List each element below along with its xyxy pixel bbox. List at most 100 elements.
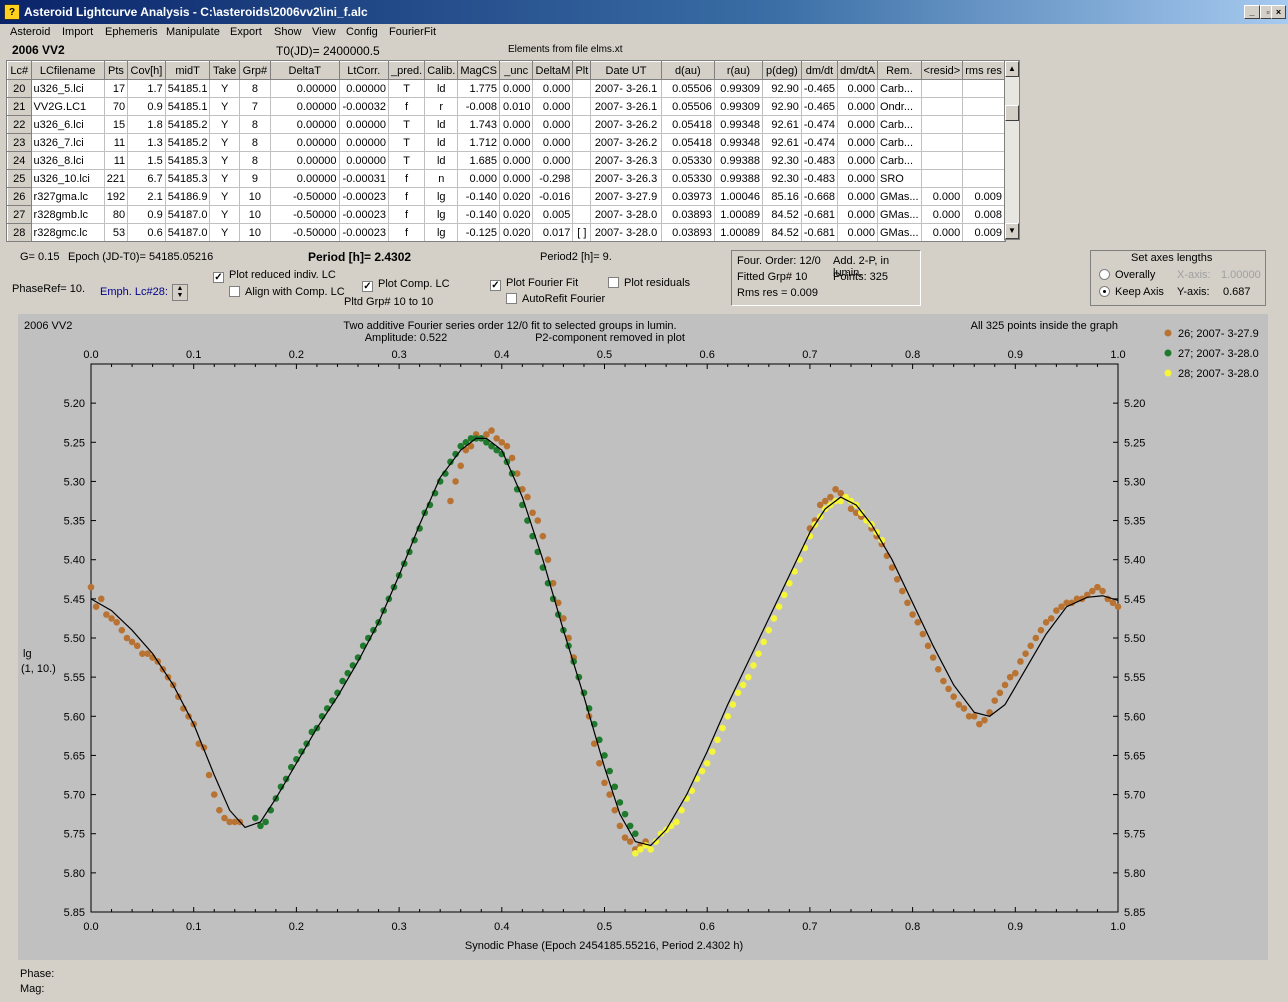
table-cell[interactable] (962, 169, 1005, 188)
column-header[interactable]: d(au) (660, 61, 715, 80)
row-header[interactable]: 24 (7, 151, 32, 170)
table-cell[interactable]: u326_6.lci (31, 115, 105, 134)
table-cell[interactable]: Y (209, 79, 240, 98)
table-cell[interactable]: T (388, 115, 426, 134)
table-cell[interactable]: 54186.9 (165, 187, 211, 206)
table-cell[interactable]: 1.3 (127, 133, 166, 152)
menu-asteroid[interactable]: Asteroid (10, 26, 50, 38)
table-cell[interactable]: 0.05506 (661, 79, 715, 98)
table-row[interactable]: 27 r328gmb.lc 80 0.9 54187.0 Y 10 -0.50000 -0.00… (7, 205, 1005, 224)
scroll-down-icon[interactable]: ▼ (1005, 223, 1019, 239)
column-header[interactable]: r(au) (713, 61, 764, 80)
column-header[interactable]: LtCorr. (338, 61, 389, 80)
table-cell[interactable]: -0.50000 (270, 223, 340, 241)
table-cell[interactable] (921, 79, 964, 98)
table-cell[interactable]: 8 (239, 115, 271, 134)
checkbox-checked-icon[interactable]: ✓ (490, 280, 501, 291)
table-cell[interactable]: -0.483 (801, 169, 839, 188)
table-cell[interactable]: 0.000 (837, 133, 878, 152)
row-header[interactable]: 25 (7, 169, 32, 188)
table-cell[interactable]: 0.99388 (714, 151, 764, 170)
table-cell[interactable]: 2007- 3-26.2 (590, 133, 662, 152)
table-cell[interactable]: 84.52 (762, 223, 802, 241)
table-cell[interactable]: 7 (239, 97, 271, 116)
table-cell[interactable]: -0.140 (457, 187, 500, 206)
table-cell[interactable] (572, 205, 592, 224)
table-cell[interactable]: 11 (104, 133, 129, 152)
checkbox-empty-icon[interactable] (608, 277, 619, 288)
table-cell[interactable]: 0.99388 (714, 169, 764, 188)
table-cell[interactable]: 10 (239, 187, 271, 206)
table-cell[interactable]: T (388, 79, 426, 98)
plot-residuals-checkbox[interactable]: Plot residuals (608, 277, 690, 289)
table-cell[interactable]: f (388, 169, 426, 188)
row-header[interactable]: 27 (7, 205, 32, 224)
table-cell[interactable]: 0.00000 (339, 79, 389, 98)
table-cell[interactable]: -0.008 (457, 97, 500, 116)
table-cell[interactable]: 0.05330 (661, 169, 715, 188)
menu-config[interactable]: Config (346, 26, 378, 38)
table-cell[interactable]: 54185.2 (165, 133, 211, 152)
menu-view[interactable]: View (312, 26, 336, 38)
table-cell[interactable]: -0.00023 (339, 205, 389, 224)
plot-fourier-checkbox[interactable]: ✓ Plot Fourier Fit (490, 277, 578, 291)
table-cell[interactable]: 0.009 (962, 187, 1005, 206)
table-cell[interactable]: 1.7 (127, 79, 166, 98)
column-header[interactable]: dm/dtA (837, 61, 878, 80)
table-cell[interactable]: 10 (239, 205, 271, 224)
column-header[interactable]: p(deg) (762, 61, 802, 80)
table-cell[interactable]: 0.000 (837, 79, 878, 98)
table-cell[interactable]: 92.61 (762, 133, 802, 152)
column-header[interactable]: Cov[h] (127, 61, 166, 80)
table-cell[interactable]: 1.8 (127, 115, 166, 134)
table-cell[interactable]: 0.99348 (714, 115, 764, 134)
table-cell[interactable]: -0.50000 (270, 187, 340, 206)
table-cell[interactable]: 1.00089 (714, 205, 764, 224)
table-cell[interactable]: 11 (104, 151, 129, 170)
table-row[interactable]: 20 u326_5.lci 17 1.7 54185.1 Y 8 0.00000 0.00000… (7, 79, 1005, 98)
column-header[interactable]: Pts (103, 61, 129, 80)
table-cell[interactable]: -0.681 (801, 223, 839, 241)
table-cell[interactable]: 1.775 (457, 79, 500, 98)
table-cell[interactable]: 0.000 (837, 223, 878, 241)
table-cell[interactable]: 0.000 (532, 79, 574, 98)
table-cell[interactable]: -0.298 (532, 169, 574, 188)
table-cell[interactable]: 54185.3 (165, 169, 211, 188)
table-cell[interactable]: -0.681 (801, 205, 839, 224)
table-cell[interactable]: 0.99309 (714, 97, 764, 116)
table-cell[interactable]: 0.000 (837, 169, 878, 188)
keep-axis-radio[interactable]: Keep Axis (1099, 286, 1164, 298)
table-cell[interactable]: 54187.0 (165, 223, 211, 241)
table-cell[interactable]: 221 (104, 169, 129, 188)
table-cell[interactable]: f (388, 223, 426, 241)
row-header[interactable]: 21 (7, 97, 32, 116)
table-cell[interactable]: 0.05506 (661, 97, 715, 116)
row-header[interactable]: 20 (7, 79, 32, 98)
column-header[interactable]: midT (164, 61, 211, 80)
table-cell[interactable]: 0.000 (499, 133, 534, 152)
table-cell[interactable]: 0.000 (499, 169, 534, 188)
table-cell[interactable]: f (388, 97, 426, 116)
table-cell[interactable]: 2007- 3-28.0 (590, 205, 662, 224)
table-cell[interactable]: 0.020 (499, 223, 534, 241)
table-cell[interactable] (962, 115, 1005, 134)
plot-reduced-checkbox[interactable]: ✓ Plot reduced indiv. LC (213, 269, 336, 283)
table-cell[interactable]: 0.000 (837, 151, 878, 170)
table-cell[interactable]: u326_5.lci (31, 79, 105, 98)
column-header[interactable]: Grp# (238, 61, 271, 80)
table-cell[interactable]: r328gmc.lc (31, 223, 105, 241)
table-cell[interactable]: [ ] (572, 223, 592, 241)
table-cell[interactable]: 2007- 3-26.3 (590, 151, 662, 170)
autorefit-checkbox[interactable]: AutoRefit Fourier (506, 293, 605, 305)
table-cell[interactable]: 1.685 (457, 151, 500, 170)
radio-on-icon[interactable] (1099, 286, 1110, 297)
table-cell[interactable]: 2007- 3-26.3 (590, 169, 662, 188)
table-cell[interactable]: lg (424, 187, 459, 206)
table-cell[interactable]: ld (424, 79, 459, 98)
table-cell[interactable]: 0.00000 (270, 133, 340, 152)
table-cell[interactable]: 0.000 (837, 187, 878, 206)
table-cell[interactable]: GMas... (877, 205, 922, 224)
table-cell[interactable]: 0.99348 (714, 133, 764, 152)
table-cell[interactable]: 53 (104, 223, 129, 241)
table-cell[interactable]: f (388, 187, 426, 206)
